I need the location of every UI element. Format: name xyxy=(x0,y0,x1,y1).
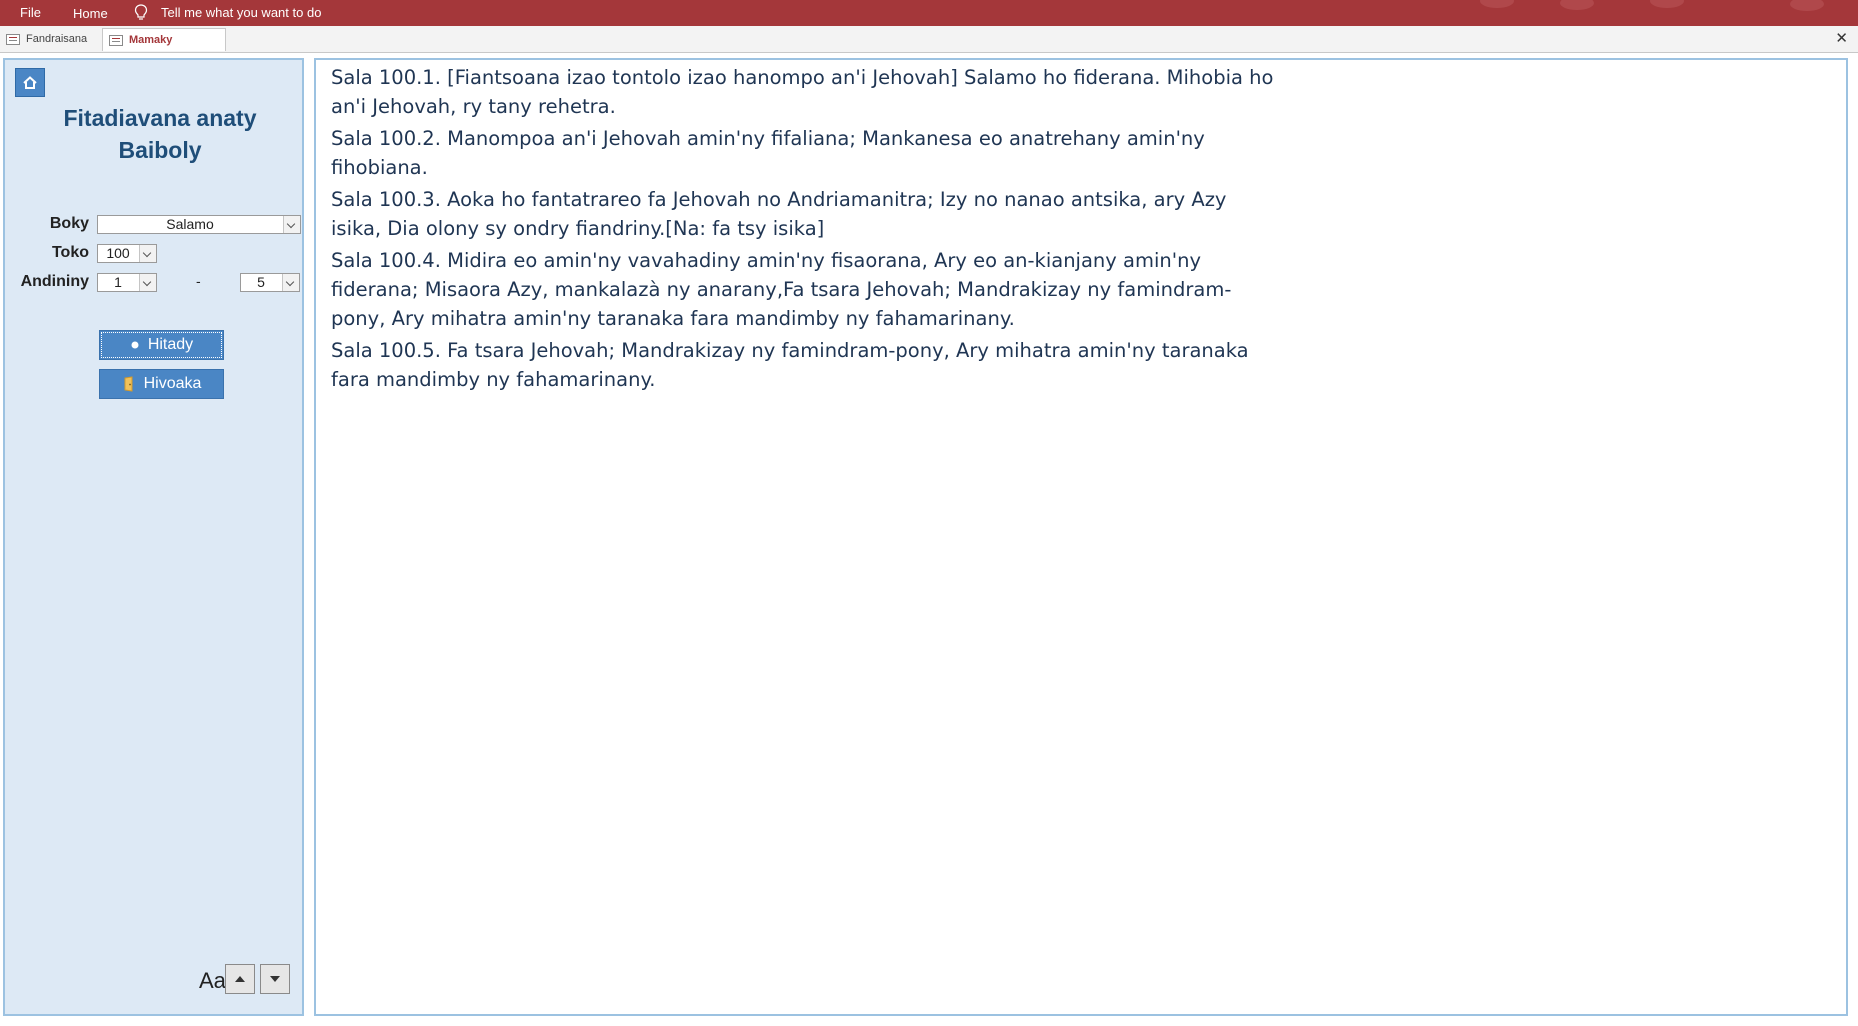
verse-item: Sala 100.2. Manompoa an'i Jehovah amin'n… xyxy=(331,127,1205,179)
ribbon-bar: File Home Tell me what you want to do xyxy=(0,0,1858,26)
ribbon-decoration xyxy=(1560,0,1594,10)
arrow-up-icon xyxy=(235,976,245,982)
font-decrease-button[interactable] xyxy=(260,964,290,994)
andininy-from-value: 1 xyxy=(114,274,122,290)
menu-file[interactable]: File xyxy=(20,5,41,20)
andininy-to-select[interactable]: 5 xyxy=(240,273,300,292)
exit-button-label: Hivoaka xyxy=(143,375,202,392)
boky-value: Salamo xyxy=(166,216,214,232)
font-size-label: Aa xyxy=(199,968,226,993)
chevron-down-icon[interactable] xyxy=(139,274,156,291)
ribbon-decoration xyxy=(1790,0,1824,11)
tab-mamaky-baiboly[interactable]: Mamaky Baiboly xyxy=(102,28,226,69)
font-increase-button[interactable] xyxy=(225,964,255,994)
home-icon xyxy=(23,76,37,89)
tab-label: Fandraisana xyxy=(26,33,88,45)
search-button-label: Hitady xyxy=(147,336,194,353)
home-button[interactable] xyxy=(15,68,45,97)
exit-button[interactable]: Hivoaka xyxy=(99,369,224,399)
exit-door-icon xyxy=(124,376,133,392)
form-icon xyxy=(109,35,123,46)
verse-text-box[interactable]: Sala 100.1. [Fiantsoana izao tontolo iza… xyxy=(314,58,1848,1016)
ribbon-decoration xyxy=(1650,0,1684,8)
arrow-down-icon xyxy=(270,976,280,982)
chevron-down-icon[interactable] xyxy=(283,216,300,233)
tab-fandraisana[interactable]: Fandraisana xyxy=(0,28,101,51)
verse-list: Sala 100.1. [Fiantsoana izao tontolo iza… xyxy=(331,63,1276,397)
tell-me-search[interactable]: Tell me what you want to do xyxy=(161,5,321,20)
page-title: Fitadiavana anaty Baiboly xyxy=(5,102,315,166)
chevron-down-icon[interactable] xyxy=(139,245,156,262)
verse-item: Sala 100.4. Midira eo amin'ny vavahadiny… xyxy=(331,249,1232,330)
search-button[interactable]: Hitady xyxy=(99,330,224,360)
close-icon[interactable]: ✕ xyxy=(1835,29,1848,47)
title-line-1: Fitadiavana anaty xyxy=(63,105,257,131)
toko-select[interactable]: 100 xyxy=(97,244,157,263)
boky-select[interactable]: Salamo xyxy=(97,215,301,234)
form-icon xyxy=(6,34,20,45)
andininy-from-select[interactable]: 1 xyxy=(97,273,157,292)
search-panel: Fitadiavana anaty Baiboly Boky Salamo To… xyxy=(3,58,304,1016)
verse-item: Sala 100.5. Fa tsara Jehovah; Mandrakiza… xyxy=(331,339,1249,391)
document-tabs: Fandraisana Mamaky Baiboly xyxy=(0,26,1858,69)
verse-item: Sala 100.1. [Fiantsoana izao tontolo iza… xyxy=(331,66,1274,118)
range-separator: - xyxy=(196,273,201,289)
toko-value: 100 xyxy=(106,245,130,261)
andininy-to-value: 5 xyxy=(257,274,265,290)
title-line-2: Baiboly xyxy=(118,137,202,163)
lightbulb-icon xyxy=(134,4,148,20)
verse-item: Sala 100.3. Aoka ho fantatrareo fa Jehov… xyxy=(331,188,1227,240)
chevron-down-icon[interactable] xyxy=(282,274,299,291)
boky-label: Boky xyxy=(49,215,89,232)
search-icon xyxy=(131,341,139,349)
menu-home[interactable]: Home xyxy=(73,6,108,21)
andininy-label: Andininy xyxy=(20,273,89,290)
ribbon-decoration xyxy=(1480,0,1514,8)
toko-label: Toko xyxy=(51,244,89,261)
